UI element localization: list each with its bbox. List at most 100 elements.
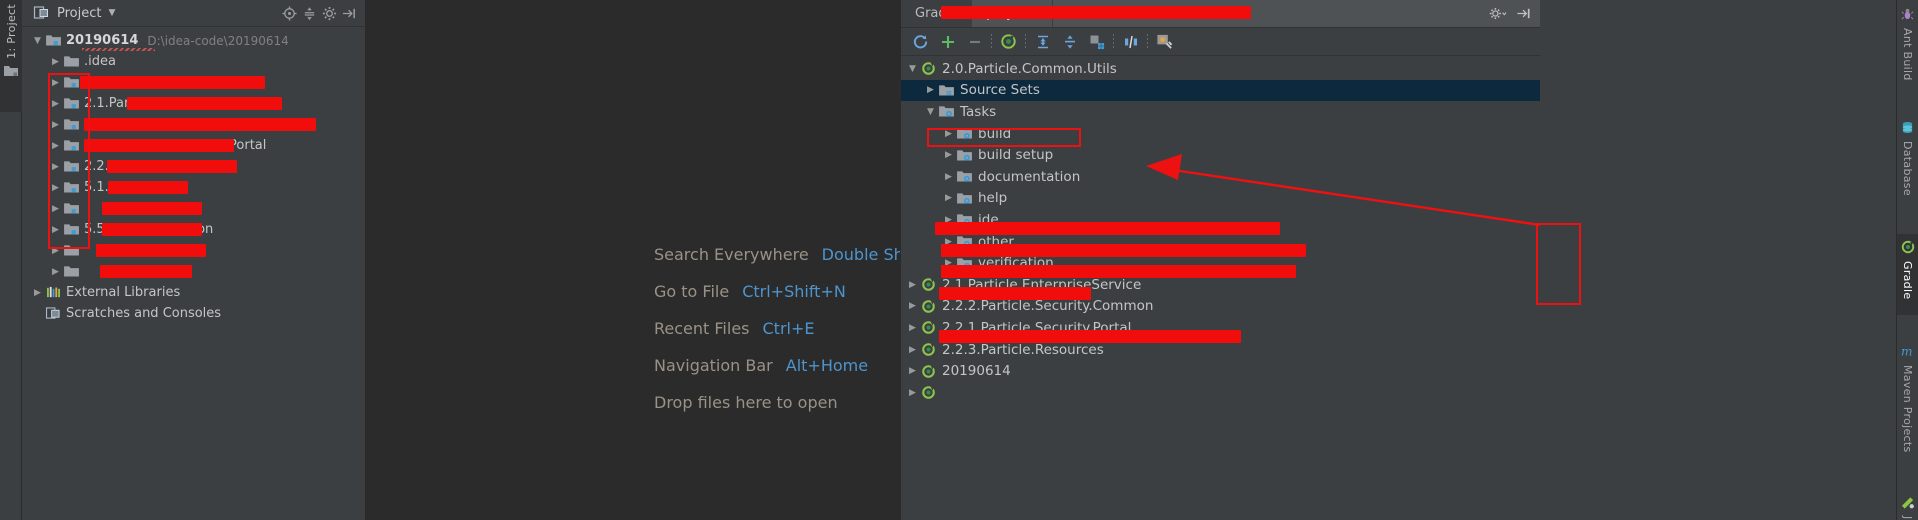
gradle-tree-row-label: 2.2.2.Particle.Security.Common	[942, 298, 1154, 315]
collapse-all-icon[interactable]	[299, 3, 319, 23]
sidebar-item-jrebel[interactable]: JR	[1897, 490, 1918, 520]
expand-all-icon[interactable]	[1029, 30, 1056, 54]
editor-empty-area: Search Everywhere Double Shift Go to File C…	[366, 0, 920, 520]
chevron-down-icon[interactable]: ▼	[30, 36, 45, 46]
gradle-tree-row-label: Tasks	[960, 103, 997, 120]
tree-row-label: .idea	[84, 54, 116, 69]
gradle-tree-row[interactable]: ▼ Tasks	[901, 101, 1540, 123]
annotation-box-build-task	[927, 128, 1081, 147]
collapse-all-icon[interactable]	[1056, 30, 1083, 54]
redaction-bar	[939, 286, 1091, 300]
sidebar-item-ant-build[interactable]: Ant Build	[1897, 2, 1918, 97]
settings-gear-icon[interactable]	[1489, 6, 1507, 21]
show-modules-icon[interactable]	[1083, 30, 1110, 54]
toggle-offline-icon[interactable]	[1117, 30, 1144, 54]
redaction-bar	[108, 181, 188, 194]
project-view-icon	[33, 6, 49, 20]
gradle-tree-row[interactable]: ▼ 2.0.Particle.Common.Utils	[901, 58, 1540, 80]
redaction-bar	[100, 265, 192, 278]
ant-icon	[1901, 8, 1914, 21]
chevron-right-icon[interactable]: ▶	[941, 193, 956, 203]
tree-row-label: Scratches and Consoles	[66, 306, 222, 321]
tree-row[interactable]: ▶ External Libraries	[22, 282, 365, 303]
run-gradle-task-icon[interactable]	[995, 30, 1022, 54]
shortcut-label: Search Everywhere	[654, 245, 809, 264]
chevron-right-icon[interactable]: ▶	[905, 388, 920, 398]
toolbar-separator	[1113, 33, 1114, 50]
svg-text:m: m	[1901, 345, 1913, 359]
chevron-down-icon[interactable]: ▼	[108, 8, 115, 18]
add-gradle-project-icon[interactable]	[934, 30, 961, 54]
gradle-icon	[1901, 240, 1915, 254]
sidebar-item-database[interactable]: Database	[1897, 115, 1918, 212]
redaction-bar	[102, 223, 202, 236]
chevron-down-icon[interactable]: ▼	[905, 64, 920, 74]
gradle-tree-row[interactable]: ▶ documentation	[901, 166, 1540, 188]
redaction-bar	[80, 76, 265, 89]
chevron-right-icon[interactable]: ▶	[923, 85, 938, 95]
gradle-tree-row[interactable]: ▶ build setup	[901, 144, 1540, 166]
gradle-tree-row[interactable]: ▶	[901, 382, 1540, 404]
gradle-settings-icon[interactable]	[1151, 30, 1178, 54]
left-tab-label: 1: Project	[4, 4, 18, 59]
locate-icon[interactable]	[279, 3, 299, 23]
redaction-bar	[127, 97, 282, 110]
shortcut-key: Ctrl+E	[762, 319, 815, 338]
maven-icon: m	[1901, 345, 1915, 359]
tree-row[interactable]: ▶ .idea	[22, 51, 365, 72]
tree-row-label: 20190614	[66, 33, 139, 48]
chevron-right-icon[interactable]: ▶	[48, 267, 63, 277]
chevron-right-icon[interactable]: ▶	[48, 57, 63, 67]
hide-panel-icon[interactable]	[1516, 6, 1532, 21]
chevron-right-icon[interactable]: ▶	[905, 345, 920, 355]
sidebar-item-gradle[interactable]: Gradle	[1896, 233, 1918, 315]
sidebar-item-project[interactable]: 1: Project	[0, 0, 22, 112]
right-tab-label: Database	[1901, 140, 1914, 196]
folder-icon	[63, 55, 80, 68]
toolbar-separator	[991, 33, 992, 50]
redaction-bar	[96, 244, 206, 257]
tree-row[interactable]: ▼ 20190614 D:\idea-code\20190614	[22, 30, 365, 51]
jrebel-icon	[1901, 496, 1915, 510]
detach-project-icon[interactable]	[961, 30, 988, 54]
gradle-project-icon	[920, 320, 937, 335]
chevron-right-icon[interactable]: ▶	[30, 288, 45, 298]
right-tool-strip: Ant Build Database Gradle m Maven Projec…	[1896, 0, 1918, 520]
redaction-bar	[941, 6, 1251, 19]
gradle-project-icon	[920, 299, 937, 314]
chevron-right-icon[interactable]: ▶	[30, 309, 45, 319]
sidebar-item-maven-projects[interactable]: m Maven Projects	[1897, 339, 1918, 469]
chevron-right-icon[interactable]: ▶	[905, 323, 920, 333]
database-icon	[1901, 121, 1914, 134]
chevron-right-icon[interactable]: ▶	[905, 301, 920, 311]
gradle-tree-row-label: documentation	[978, 168, 1081, 185]
gradle-tree-row-label: Source Sets	[960, 82, 1040, 99]
project-path: D:\idea-code\20190614	[147, 33, 289, 48]
tree-row[interactable]: ▶ Scratches and Consoles	[22, 303, 365, 324]
tree-row-label: External Libraries	[66, 285, 181, 300]
chevron-right-icon[interactable]: ▶	[941, 172, 956, 182]
shortcut-key: Alt+Home	[785, 356, 869, 375]
redaction-bar	[84, 139, 234, 152]
chevron-right-icon[interactable]: ▶	[905, 366, 920, 376]
gradle-project-tree[interactable]: ▼ 2.0.Particle.Common.Utils ▶ Source Sets ▼ T…	[901, 6, 1540, 404]
gradle-tree-row[interactable]: ▶ Source Sets	[901, 79, 1540, 102]
page-title: Project	[57, 5, 102, 21]
settings-gear-icon[interactable]	[319, 3, 339, 23]
gradle-tree-row[interactable]: ▶ 20190614	[901, 360, 1540, 382]
chevron-down-icon[interactable]: ▼	[923, 107, 938, 117]
gradle-tree-row-label: help	[978, 190, 1008, 207]
hide-panel-icon[interactable]	[339, 3, 359, 23]
chevron-right-icon[interactable]: ▶	[941, 150, 956, 160]
scratches-icon	[45, 307, 62, 320]
gradle-tree-row[interactable]: ▶ help	[901, 188, 1540, 210]
annotation-box-gradle-tab	[1536, 223, 1581, 305]
refresh-gradle-project-icon[interactable]	[907, 30, 934, 54]
gradle-project-icon	[920, 364, 937, 379]
redaction-bar	[102, 202, 202, 215]
chevron-right-icon[interactable]: ▶	[905, 280, 920, 290]
tree-row[interactable]: ▶	[22, 261, 365, 282]
source-sets-icon	[938, 84, 955, 97]
gradle-tree-row-label: 20190614	[942, 363, 1011, 380]
gradle-project-icon	[920, 277, 937, 292]
